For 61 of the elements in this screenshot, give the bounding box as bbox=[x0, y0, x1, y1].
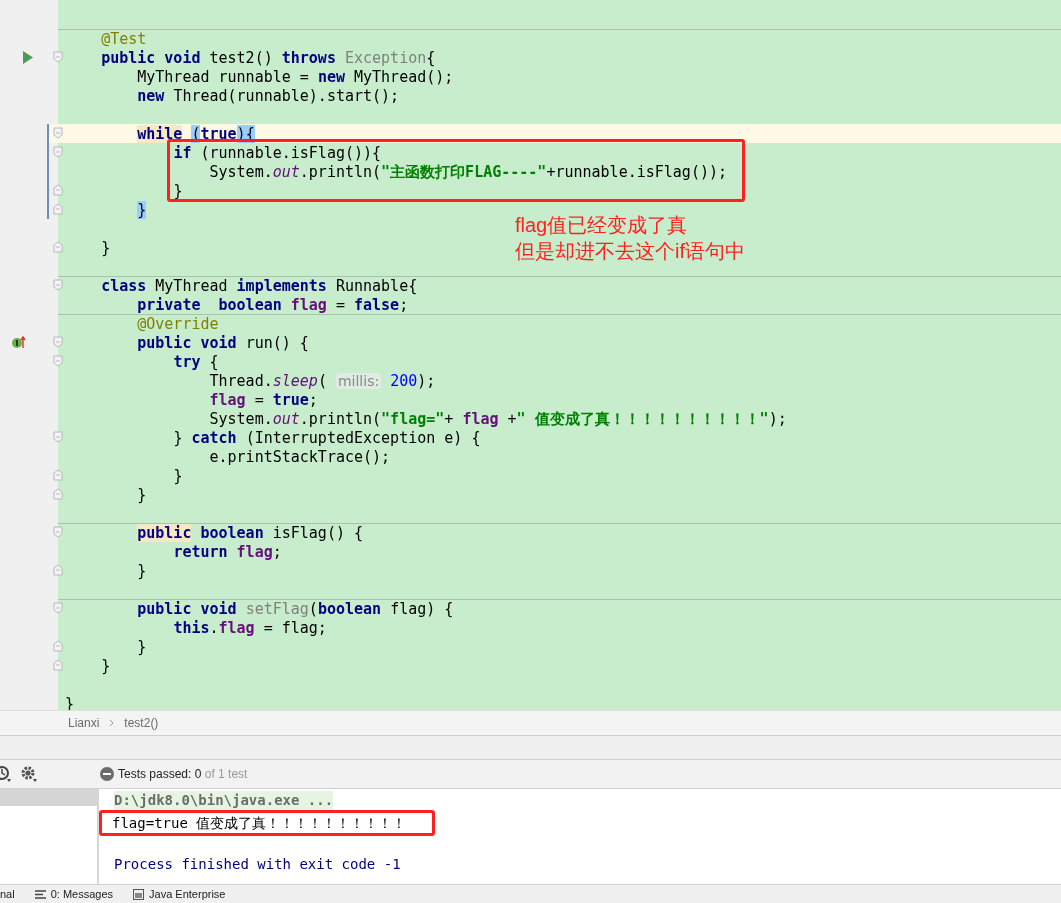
run-icon[interactable] bbox=[23, 51, 33, 64]
code-line: new Thread(runnable).start(); bbox=[136, 87, 400, 105]
code-line: try { bbox=[172, 353, 219, 371]
fold-marker-icon[interactable] bbox=[53, 488, 63, 500]
code-editor[interactable] bbox=[0, 0, 1061, 711]
annotation-note: 但是却进不去这个if语句中 bbox=[515, 239, 745, 264]
breadcrumb-item[interactable]: Lianxi bbox=[68, 716, 100, 731]
code-line: e.printStackTrace(); bbox=[208, 448, 391, 466]
code-line: } bbox=[136, 638, 147, 656]
fold-marker-icon[interactable] bbox=[53, 602, 63, 614]
code-line: @Override bbox=[136, 315, 219, 333]
code-line: MyThread runnable = new MyThread(); bbox=[136, 68, 454, 86]
fold-marker-icon[interactable] bbox=[53, 431, 63, 443]
fold-marker-icon[interactable] bbox=[53, 241, 63, 253]
code-line: System.out.println("主函数打印FLAG----"+runnable.isFlag()); bbox=[208, 163, 728, 181]
fold-marker-icon[interactable] bbox=[53, 127, 63, 139]
fold-marker-icon[interactable] bbox=[53, 526, 63, 538]
code-line: public void test2() throws Exception{ bbox=[100, 49, 436, 67]
code-line: } bbox=[172, 182, 183, 200]
code-line: } bbox=[172, 467, 183, 485]
fold-marker-icon[interactable] bbox=[53, 51, 63, 63]
code-line: } catch (InterruptedException e) { bbox=[172, 429, 481, 447]
code-line: Thread.sleep( millis: 200); bbox=[208, 372, 436, 390]
code-line: flag = true; bbox=[208, 391, 318, 409]
fold-marker-icon[interactable] bbox=[53, 659, 63, 671]
code-line: } bbox=[100, 239, 111, 257]
console-line: flag=true 值变成了真！！！！！！！！！！ bbox=[112, 814, 407, 834]
code-line: if (runnable.isFlag()){ bbox=[172, 144, 382, 162]
code-line: System.out.println("flag="+ flag +" 值变成了真！！！！！！！！！！"); bbox=[208, 410, 787, 428]
fold-marker-icon[interactable] bbox=[53, 184, 63, 196]
code-line: private boolean flag = false; bbox=[136, 296, 409, 314]
code-line: public void run() { bbox=[136, 334, 309, 352]
chevron-icon bbox=[109, 719, 115, 728]
tool-window-tab[interactable]: nal bbox=[0, 888, 15, 900]
code-line: } bbox=[136, 486, 147, 504]
console-line: Process finished with exit code -1 bbox=[114, 855, 401, 875]
fold-marker-icon[interactable] bbox=[53, 146, 63, 158]
code-line: this.flag = flag; bbox=[172, 619, 327, 637]
fold-marker-icon[interactable] bbox=[53, 336, 63, 348]
fold-marker-icon[interactable] bbox=[53, 640, 63, 652]
code-line: } bbox=[136, 562, 147, 580]
code-line: public boolean isFlag() { bbox=[136, 524, 364, 542]
tool-window-tab[interactable]: Java Enterprise bbox=[133, 888, 226, 900]
window-icon bbox=[133, 888, 145, 900]
code-line: return flag; bbox=[172, 543, 282, 561]
fold-marker-icon[interactable] bbox=[53, 203, 63, 215]
lines-icon bbox=[34, 889, 46, 899]
annotation-note: flag值已经变成了真 bbox=[515, 213, 688, 238]
tool-window-tab[interactable]: 0: Messages bbox=[34, 888, 114, 900]
minus-circle-icon bbox=[100, 767, 114, 782]
fold-marker-icon[interactable] bbox=[53, 355, 63, 367]
override-icon[interactable] bbox=[11, 336, 27, 349]
test-status: Tests passed: 0 of 1 test bbox=[118, 767, 248, 782]
fold-marker-icon[interactable] bbox=[53, 469, 63, 481]
fold-marker-icon[interactable] bbox=[53, 564, 63, 576]
code-line: class MyThread implements Runnable{ bbox=[100, 277, 418, 295]
breadcrumb-item[interactable]: test2() bbox=[124, 716, 159, 731]
code-line: public void setFlag(boolean flag) { bbox=[136, 600, 454, 618]
code-line: } bbox=[100, 657, 111, 675]
code-line: @Test bbox=[100, 30, 147, 48]
fold-marker-icon[interactable] bbox=[53, 279, 63, 291]
